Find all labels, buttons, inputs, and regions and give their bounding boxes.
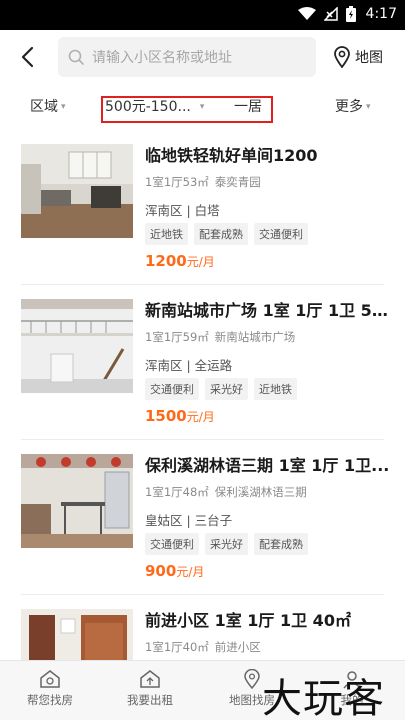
rent-out-icon bbox=[140, 670, 160, 688]
listing-tag: 采光好 bbox=[205, 533, 248, 555]
listing-photo bbox=[21, 144, 133, 238]
listing-meta: 1室1厅59㎡ 新南站城市广场 bbox=[145, 329, 295, 345]
home-search-icon bbox=[40, 670, 60, 688]
listing-community: 前进小区 bbox=[214, 640, 261, 654]
listing-tag: 配套成熟 bbox=[194, 223, 248, 245]
listing-district: 皇姑区 | 三台子 bbox=[145, 513, 233, 528]
listing-card[interactable]: 新南站城市广场 1室 1厅 1卫 5... 1室1厅59㎡ 新南站城市广场 浑南区… bbox=[0, 285, 405, 440]
chevron-down-icon: ▾ bbox=[61, 102, 66, 112]
listing-tag: 采光好 bbox=[205, 378, 248, 400]
listing-title: 新南站城市广场 1室 1厅 1卫 5... bbox=[145, 301, 390, 320]
listing-price-unit: 元/月 bbox=[186, 255, 215, 269]
listing-district: 浑南区 | 白塔 bbox=[145, 203, 220, 218]
map-pin-icon bbox=[244, 669, 260, 689]
listing-district: 浑南区 | 全运路 bbox=[145, 358, 233, 373]
map-pin-icon bbox=[334, 46, 350, 68]
listing-price-value: 1500 bbox=[145, 407, 187, 425]
search-input[interactable]: 请输入小区名称或地址 bbox=[58, 37, 316, 77]
listing-tag: 近地铁 bbox=[254, 378, 297, 400]
search-placeholder: 请输入小区名称或地址 bbox=[92, 50, 232, 66]
listing-photo bbox=[21, 454, 133, 548]
map-button-label: 地图 bbox=[355, 50, 383, 66]
listing-community: 泰奕青园 bbox=[214, 175, 261, 189]
clock: 4:17 bbox=[365, 6, 397, 22]
listing-tag: 配套成熟 bbox=[254, 533, 308, 555]
listing-price-value: 900 bbox=[145, 562, 177, 580]
listing-price: 1200元/月 bbox=[145, 252, 215, 270]
listing-tag: 交通便利 bbox=[145, 533, 199, 555]
nav-label: 我要出租 bbox=[127, 693, 173, 707]
nav-rent-out[interactable]: 我要出租 bbox=[110, 669, 190, 708]
listing-community: 新南站城市广场 bbox=[214, 330, 296, 344]
search-icon bbox=[68, 49, 84, 65]
nav-label: 帮您找房 bbox=[27, 693, 73, 707]
search-header: 请输入小区名称或地址 地图 bbox=[0, 30, 405, 84]
listing-title: 前进小区 1室 1厅 1卫 40㎡ bbox=[145, 611, 351, 630]
listing-title: 保利溪湖林语三期 1室 1厅 1卫... bbox=[145, 456, 390, 475]
map-button[interactable]: 地图 bbox=[333, 42, 383, 72]
listing-layout: 1室1厅40㎡ bbox=[145, 640, 209, 654]
listing-tag: 交通便利 bbox=[254, 223, 308, 245]
listing-list: 临地铁轻轨好单间1200 1室1厅53㎡ 泰奕青园 浑南区 | 白塔 近地铁 配套… bbox=[0, 130, 405, 660]
listing-price-value: 1200 bbox=[145, 252, 187, 270]
status-bar: 4:17 bbox=[0, 0, 405, 30]
highlight-box bbox=[101, 96, 273, 123]
listing-tag: 交通便利 bbox=[145, 378, 199, 400]
listing-photo bbox=[21, 609, 133, 660]
listing-price: 1500元/月 bbox=[145, 407, 215, 425]
listing-layout: 1室1厅59㎡ bbox=[145, 330, 209, 344]
filter-area[interactable]: 区域 ▾ bbox=[30, 96, 66, 116]
listing-card[interactable]: 前进小区 1室 1厅 1卫 40㎡ 1室1厅40㎡ 前进小区 bbox=[0, 595, 405, 660]
filter-more-label: 更多 bbox=[335, 99, 363, 115]
listing-card[interactable]: 临地铁轻轨好单间1200 1室1厅53㎡ 泰奕青园 浑南区 | 白塔 近地铁 配套… bbox=[0, 130, 405, 285]
listing-price: 900元/月 bbox=[145, 562, 204, 580]
listing-price-unit: 元/月 bbox=[186, 410, 215, 424]
listing-layout: 1室1厅53㎡ bbox=[145, 175, 209, 189]
listing-layout: 1室1厅48㎡ bbox=[145, 485, 209, 499]
chevron-down-icon: ▾ bbox=[366, 102, 371, 112]
listing-tag: 近地铁 bbox=[145, 223, 188, 245]
listing-meta: 1室1厅40㎡ 前进小区 bbox=[145, 639, 261, 655]
watermark: 大玩客 bbox=[262, 676, 385, 720]
back-arrow-icon bbox=[21, 46, 34, 68]
wifi-icon bbox=[297, 7, 316, 20]
no-signal-icon bbox=[323, 7, 338, 21]
filter-area-label: 区域 bbox=[30, 99, 58, 115]
back-button[interactable] bbox=[12, 42, 42, 72]
listing-community: 保利溪湖林语三期 bbox=[214, 485, 307, 499]
listing-price-unit: 元/月 bbox=[176, 565, 205, 579]
listing-tags: 交通便利 采光好 近地铁 bbox=[145, 378, 297, 400]
listing-card[interactable]: 保利溪湖林语三期 1室 1厅 1卫... 1室1厅48㎡ 保利溪湖林语三期 皇姑区… bbox=[0, 440, 405, 595]
listing-tags: 交通便利 采光好 配套成熟 bbox=[145, 533, 308, 555]
listing-title: 临地铁轻轨好单间1200 bbox=[145, 146, 318, 165]
nav-find-home[interactable]: 帮您找房 bbox=[10, 669, 90, 708]
filter-more[interactable]: 更多 ▾ bbox=[335, 96, 371, 116]
listing-meta: 1室1厅48㎡ 保利溪湖林语三期 bbox=[145, 484, 307, 500]
battery-icon bbox=[345, 6, 356, 22]
listing-photo bbox=[21, 299, 133, 393]
listing-tags: 近地铁 配套成熟 交通便利 bbox=[145, 223, 308, 245]
listing-meta: 1室1厅53㎡ 泰奕青园 bbox=[145, 174, 261, 190]
